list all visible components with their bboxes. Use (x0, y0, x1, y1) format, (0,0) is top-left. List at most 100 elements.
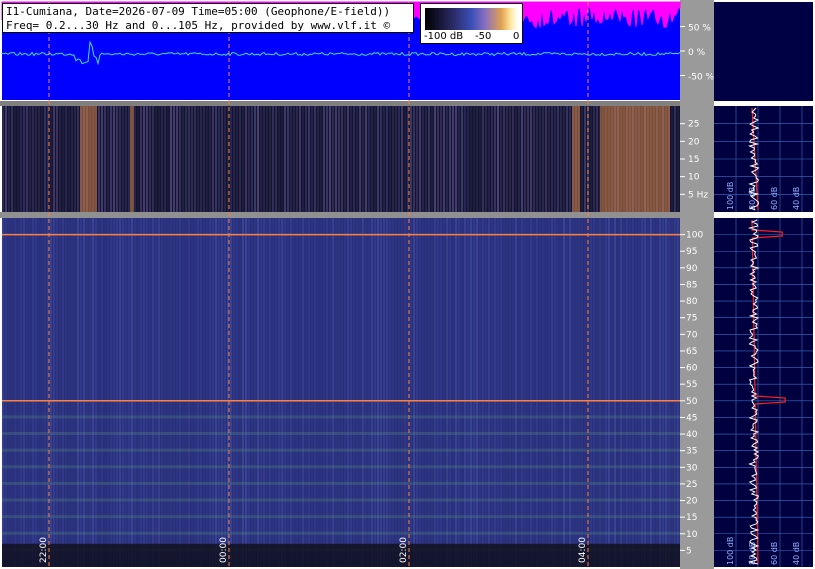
spectrogram-column (482, 218, 484, 567)
spectrogram-column (344, 106, 346, 212)
spectrogram-column (521, 106, 523, 212)
spectrogram-column (218, 218, 220, 567)
spectrogram-column (482, 106, 484, 212)
spectrogram-column (281, 218, 283, 567)
spectrogram-column (2, 218, 4, 567)
spectrogram-column (545, 106, 547, 212)
spectrogram-column (563, 106, 565, 212)
spectrogram-column (494, 218, 496, 567)
spectrogram-column (281, 106, 283, 212)
spectrogram-column (548, 106, 550, 212)
waveform-side-panel (714, 2, 813, 101)
spectrogram-column (434, 106, 436, 212)
harmonic-band (2, 481, 680, 485)
spectrogram-column (266, 106, 268, 212)
spectrogram-column (674, 106, 676, 212)
spectrogram-column (194, 106, 196, 212)
spectrogram-column (434, 218, 436, 567)
spectrogram-column (293, 218, 295, 567)
harmonic-band (2, 515, 680, 519)
spectrogram-column (224, 218, 226, 567)
spectrogram-column (416, 218, 418, 567)
spectrogram-column (371, 106, 373, 212)
spectrogram-column (71, 106, 73, 212)
spectrogram-column (104, 218, 106, 567)
spectrogram-column (584, 106, 586, 212)
high-ytick-label: 95 (686, 247, 697, 257)
spectrogram-column (380, 106, 382, 212)
spectrogram-column (164, 106, 166, 212)
waveform-ytick-label: 0 % (688, 48, 706, 58)
burst-band (600, 106, 670, 212)
spectrogram-column (248, 106, 250, 212)
spectrogram-column (674, 218, 676, 567)
spectrogram-column (470, 106, 472, 212)
spectrogram-column (527, 218, 529, 567)
spectrogram-column (650, 218, 652, 567)
spectrogram-column (524, 218, 526, 567)
spectrogram-column (143, 106, 145, 212)
spectrogram-column (398, 106, 400, 212)
spectrogram-column (449, 106, 451, 212)
high-ytick-label: 80 (686, 297, 698, 307)
profile-low-db-label: 100 dB (726, 182, 735, 210)
spectrogram-column (596, 218, 598, 567)
spectrogram-column (491, 106, 493, 212)
spectrogram-column (440, 218, 442, 567)
low-ytick-label: 5 Hz (688, 190, 708, 200)
spectrogram-column (248, 218, 250, 567)
high-ytick-label: 25 (686, 480, 697, 490)
spectrogram-column (458, 218, 460, 567)
spectrogram-column (368, 106, 370, 212)
spectrogram-column (194, 218, 196, 567)
spectrogram-column (14, 218, 16, 567)
spectrogram-column (620, 218, 622, 567)
spectrogram-column (515, 218, 517, 567)
spectrogram-column (593, 218, 595, 567)
spectrogram-column (182, 106, 184, 212)
spectrogram-column (335, 218, 337, 567)
spectrogram-column (536, 106, 538, 212)
spectrogram-column (29, 218, 31, 567)
spectrogram-column (500, 218, 502, 567)
spectrogram-column (149, 106, 151, 212)
spectrogram-column (170, 106, 172, 212)
spectrogram-column (122, 218, 124, 567)
spectrogram-column (155, 218, 157, 567)
spectrogram-column (173, 218, 175, 567)
spectrogram-column (152, 218, 154, 567)
spectrogram-column (608, 218, 610, 567)
high-ytick-label: 10 (686, 530, 698, 540)
spectrogram-column (476, 106, 478, 212)
spectrogram-column (626, 218, 628, 567)
spectrogram-column (65, 106, 67, 212)
spectrogram-column (5, 218, 7, 567)
harmonic-band (2, 415, 680, 419)
spectrogram-column (437, 106, 439, 212)
spectrogram-column (236, 106, 238, 212)
spectrogram-column (323, 106, 325, 212)
spectrogram-column (401, 106, 403, 212)
burst-band (572, 106, 580, 212)
spectrogram-column (557, 106, 559, 212)
spectrogram-column (584, 218, 586, 567)
spectrogram-column (521, 218, 523, 567)
spectrogram-column (530, 218, 532, 567)
spectrogram-column (431, 218, 433, 567)
spectrogram-column (170, 218, 172, 567)
spectrogram-column (323, 218, 325, 567)
spectrogram-column (419, 106, 421, 212)
spectrogram-column (656, 218, 658, 567)
spectrogram-column (590, 106, 592, 212)
spectrogram-column (263, 106, 265, 212)
spectrogram-column (593, 106, 595, 212)
spectrogram-column (353, 106, 355, 212)
spectrogram-column (416, 106, 418, 212)
spectrogram-column (386, 106, 388, 212)
spectrogram-column (539, 218, 541, 567)
spectrogram-column (338, 218, 340, 567)
spectrogram-column (377, 106, 379, 212)
spectrogram-column (314, 218, 316, 567)
spectrogram-column (236, 218, 238, 567)
spectrogram-column (569, 218, 571, 567)
